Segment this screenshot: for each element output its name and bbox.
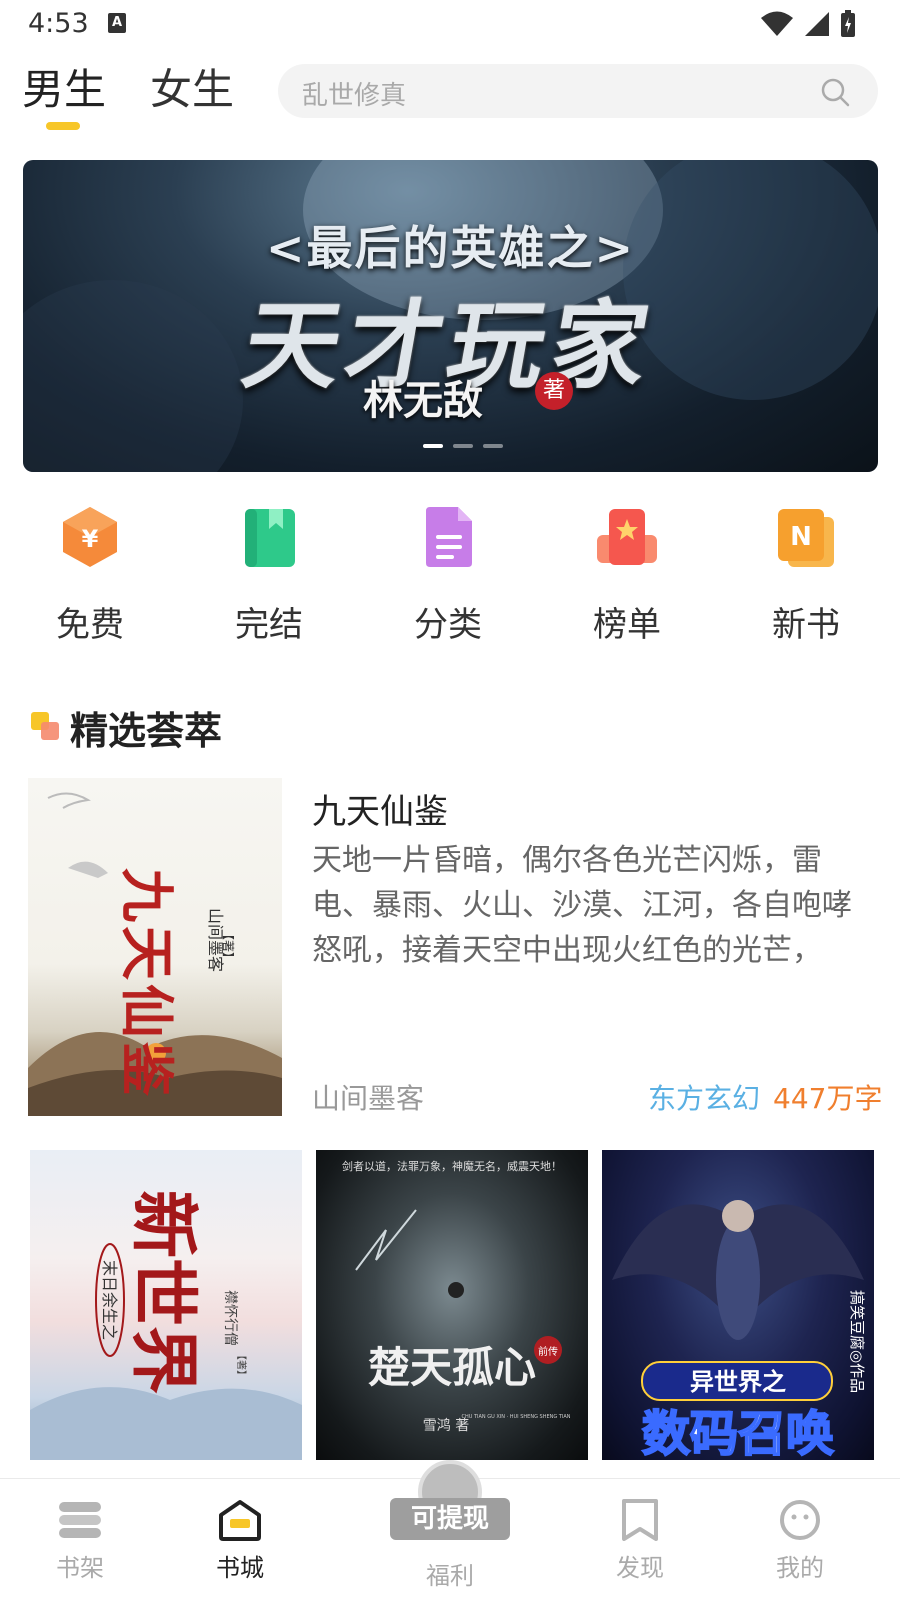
cover-subtitle: 末日余生之	[100, 1260, 119, 1340]
welfare-icon: 可提现	[390, 1460, 510, 1560]
cover-tagline: 剑者以道，法罪万象，神魔无名，威震天地！	[342, 1159, 562, 1173]
search-placeholder: 乱世修真	[302, 81, 407, 111]
cover-author-suffix: 【著】	[221, 928, 235, 964]
category-label: 完结	[235, 605, 303, 645]
nav-label: 我的	[776, 1554, 824, 1582]
book-cover[interactable]: 异世界之 数码召唤 搞笑豆腐◎作品	[602, 1150, 874, 1460]
active-tab-indicator	[46, 122, 80, 130]
nav-label: 福利	[426, 1562, 474, 1590]
signal-icon	[805, 12, 829, 36]
bookstore-icon	[180, 1498, 300, 1542]
category-classify[interactable]: 分类	[383, 505, 513, 646]
new-book-icon: N	[776, 505, 836, 569]
promo-banner[interactable]: <最后的英雄之> 天才玩家 林无敌 著	[23, 160, 878, 472]
document-icon	[418, 505, 478, 569]
coin-icon: ¥	[60, 505, 120, 569]
battery-icon	[841, 10, 855, 37]
search-bar[interactable]: 乱世修真	[278, 64, 878, 118]
nav-label: 发现	[616, 1554, 664, 1582]
coin-glyph: ¥	[82, 525, 99, 553]
category-ranking[interactable]: 榜单	[562, 505, 692, 646]
search-icon[interactable]	[820, 77, 850, 107]
nav-bookstore[interactable]: 书城	[180, 1498, 300, 1583]
new-book-glyph: N	[790, 522, 812, 552]
category-label: 榜单	[593, 605, 661, 645]
nav-bookshelf[interactable]: 书架	[20, 1498, 140, 1583]
tab-female[interactable]: 女生	[150, 56, 234, 117]
featured-book-genre: 东方玄幻	[648, 1082, 761, 1115]
nav-label: 书城	[216, 1554, 264, 1582]
nav-profile[interactable]: 我的	[740, 1498, 860, 1583]
discover-icon	[580, 1498, 700, 1542]
banner-dot	[483, 444, 503, 448]
ranking-icon	[597, 505, 657, 569]
banner-seal: 著	[535, 372, 573, 410]
book-cover[interactable]: 剑者以道，法罪万象，神魔无名，威震天地！ 楚天孤心 前传 雪鸿 著 CHU TI…	[316, 1150, 588, 1460]
bookshelf-icon	[20, 1498, 140, 1542]
featured-book-word-count: 447万字	[773, 1082, 883, 1115]
banner-dot	[423, 444, 443, 448]
section-mark-icon	[31, 712, 61, 742]
cover-title-char: 新世界	[123, 1190, 203, 1394]
banner-pagination	[423, 444, 503, 448]
featured-book-title[interactable]: 九天仙鉴	[312, 784, 448, 833]
wifi-icon	[761, 11, 793, 36]
nav-welfare[interactable]: 可提现 福利	[383, 1460, 517, 1600]
cover-title-char: 楚天孤心	[368, 1343, 536, 1392]
category-label: 新书	[772, 605, 840, 645]
cover-pinyin: CHU TIAN GU XIN · HUI SHENG SHENG TIAN	[461, 1414, 570, 1420]
notification-icon: A	[108, 13, 126, 33]
category-label: 分类	[414, 605, 482, 645]
cover-subtitle: 异世界之	[690, 1368, 786, 1396]
featured-book-description: 天地一片昏暗，偶尔各色光芒闪烁，雷电、暴雨、火山、沙漠、江河，各自咆哮怒吼，接着…	[312, 843, 852, 968]
tab-male[interactable]: 男生	[22, 56, 106, 117]
book-icon	[239, 505, 299, 569]
book-cover[interactable]: 新世界 末日余生之 襟怀行僧 【著】	[30, 1150, 302, 1460]
featured-book-cover[interactable]: 九天仙鉴 山间墨客 【著】	[28, 778, 282, 1116]
system-icons	[760, 10, 856, 38]
welfare-badge-text: 可提现	[390, 1498, 510, 1540]
status-time: 4:53	[28, 8, 89, 39]
cover-title-char: 九天仙鉴	[115, 868, 179, 1100]
category-free[interactable]: ¥ 免费	[25, 505, 155, 646]
cover-badge: 前传	[538, 1345, 558, 1358]
category-new-books[interactable]: N 新书	[741, 505, 871, 646]
section-title: 精选荟萃	[70, 709, 223, 753]
banner-dot	[453, 444, 473, 448]
status-bar: 4:53 A	[0, 0, 900, 48]
cover-title-char: 数码召唤	[642, 1406, 834, 1460]
nav-label: 书架	[56, 1554, 104, 1582]
category-completed[interactable]: 完结	[204, 505, 334, 646]
cover-author-suffix: 【著】	[235, 1350, 248, 1380]
banner-author: 林无敌	[363, 378, 483, 424]
nav-discover[interactable]: 发现	[580, 1498, 700, 1583]
cover-author: 搞笑豆腐◎作品	[848, 1290, 866, 1393]
profile-icon	[740, 1498, 860, 1542]
featured-book-author: 山间墨客	[312, 1082, 425, 1115]
category-label: 免费	[56, 605, 124, 645]
cover-author: 襟怀行僧	[222, 1290, 238, 1346]
